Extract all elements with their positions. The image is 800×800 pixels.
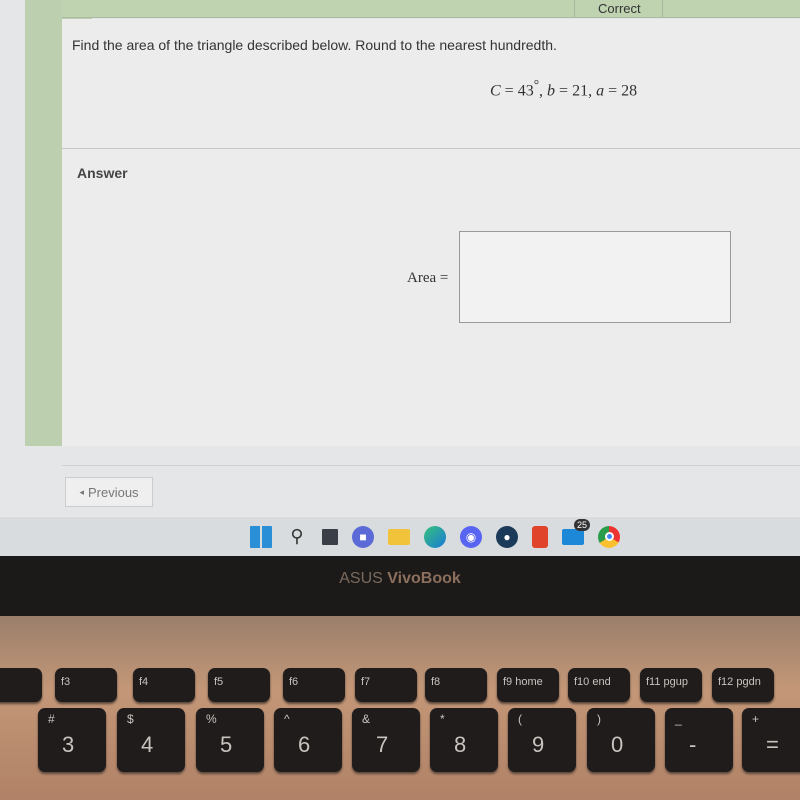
top-header: Correct bbox=[62, 0, 800, 18]
key-f10-end[interactable]: f10 end bbox=[568, 668, 630, 702]
triangle-values: C = 43°, b = 21, a = 28 bbox=[490, 77, 638, 100]
key-f6[interactable]: f6 bbox=[283, 668, 345, 702]
previous-button[interactable]: ◂ Previous bbox=[65, 477, 153, 507]
laptop-logo: ASUS VivoBook bbox=[339, 570, 461, 587]
key-f7[interactable]: f7 bbox=[355, 668, 417, 702]
search-icon[interactable]: ⚲ bbox=[286, 526, 308, 548]
key-minus[interactable]: _ - bbox=[665, 708, 733, 772]
key-f4[interactable]: f4 bbox=[133, 668, 195, 702]
discord-icon[interactable]: ◉ bbox=[460, 525, 482, 548]
answer-heading: Answer bbox=[77, 165, 128, 181]
area-label: Area = bbox=[407, 270, 449, 286]
key-f2[interactable]: f2 bbox=[0, 668, 42, 702]
key-7[interactable]: & 7 bbox=[352, 708, 420, 772]
key-f9-home[interactable]: f9 home bbox=[497, 668, 559, 702]
angle-c: 43 bbox=[517, 82, 534, 100]
chrome-icon[interactable] bbox=[598, 525, 620, 548]
keyboard: f2 f3 f4 f5 f6 f7 f8 f9 home f10 end f11… bbox=[0, 616, 800, 800]
key-6[interactable]: ^ 6 bbox=[274, 708, 342, 772]
edge-icon[interactable] bbox=[424, 525, 446, 548]
side-b: 21 bbox=[572, 82, 589, 100]
key-f11-pgup[interactable]: f11 pgup bbox=[640, 668, 702, 702]
key-4[interactable]: $4 bbox=[117, 708, 185, 772]
steam-icon[interactable]: ● bbox=[496, 525, 518, 548]
footer-divider bbox=[62, 465, 800, 466]
key-0[interactable]: ) 0 bbox=[587, 708, 655, 772]
key-f12-pgdn[interactable]: f12 pgdn bbox=[712, 668, 774, 702]
side-a: 28 bbox=[621, 82, 638, 100]
mail-icon[interactable]: 25 bbox=[562, 518, 590, 545]
key-8[interactable]: * 8 bbox=[430, 708, 498, 772]
taskbar: ⚲ ■ ◉ ● 25 bbox=[0, 516, 800, 556]
mail-badge: 25 bbox=[573, 518, 590, 531]
status-correct: Correct bbox=[598, 1, 641, 16]
key-f5[interactable]: f5 bbox=[208, 668, 270, 702]
key-equals[interactable]: + = bbox=[742, 708, 800, 772]
key-9[interactable]: (9 bbox=[508, 708, 576, 772]
previous-label: Previous bbox=[87, 484, 139, 500]
meet-icon[interactable]: ■ bbox=[352, 525, 374, 548]
key-3[interactable]: #3 bbox=[38, 708, 106, 772]
task-view-icon[interactable] bbox=[322, 528, 338, 545]
divider bbox=[62, 148, 800, 149]
key-f3[interactable]: f3 bbox=[55, 668, 117, 702]
area-input[interactable] bbox=[459, 231, 731, 323]
windows-start-icon[interactable] bbox=[250, 525, 272, 548]
question-card: Find the area of the triangle described … bbox=[62, 19, 800, 446]
key-5[interactable]: % 5 bbox=[196, 708, 264, 772]
key-f8[interactable]: f8 bbox=[425, 668, 487, 702]
question-prompt: Find the area of the triangle described … bbox=[72, 37, 557, 53]
file-explorer-icon[interactable] bbox=[388, 528, 410, 545]
chevron-left-icon: ◂ bbox=[79, 486, 84, 497]
laptop-bezel: ASUS VivoBook bbox=[0, 556, 800, 616]
office-icon[interactable] bbox=[532, 525, 548, 548]
screen: Correct Find the area of the triangle de… bbox=[0, 0, 800, 556]
